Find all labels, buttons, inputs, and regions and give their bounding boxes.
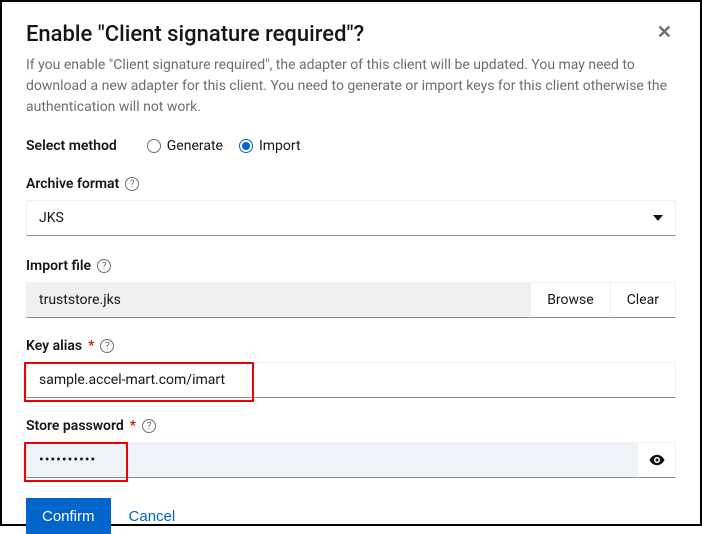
radio-generate-label: Generate [167, 138, 223, 154]
browse-button[interactable]: Browse [531, 282, 610, 318]
radio-generate[interactable]: Generate [147, 138, 223, 154]
dialog-title: Enable "Client signature required"? [26, 22, 364, 47]
dialog-description: If you enable "Client signature required… [26, 55, 676, 118]
cancel-button[interactable]: Cancel [129, 508, 176, 525]
help-icon[interactable]: ? [125, 177, 139, 191]
select-method-label: Select method [26, 138, 117, 154]
key-alias-input[interactable] [26, 362, 676, 398]
toggle-password-button[interactable] [638, 442, 676, 478]
help-icon[interactable]: ? [142, 419, 156, 433]
store-password-label: Store password [26, 418, 124, 434]
method-radio-group: Generate Import [147, 138, 301, 154]
required-indicator: * [88, 338, 94, 354]
store-password-input[interactable] [26, 442, 638, 478]
archive-format-value: JKS [39, 210, 64, 226]
archive-format-select[interactable]: JKS [26, 200, 676, 236]
archive-format-label: Archive format [26, 176, 119, 192]
radio-import[interactable]: Import [239, 138, 301, 154]
help-icon[interactable]: ? [97, 259, 111, 273]
clear-button[interactable]: Clear [611, 282, 676, 318]
help-icon[interactable]: ? [100, 339, 114, 353]
radio-icon [239, 139, 253, 153]
radio-icon [147, 139, 161, 153]
radio-import-label: Import [259, 138, 301, 154]
required-indicator: * [130, 418, 136, 434]
chevron-down-icon [653, 215, 663, 221]
close-icon[interactable]: ✕ [653, 22, 676, 43]
eye-icon [648, 451, 666, 469]
import-file-name: truststore.jks [26, 282, 531, 318]
import-file-label: Import file [26, 258, 91, 274]
key-alias-label: Key alias [26, 338, 82, 354]
confirm-button[interactable]: Confirm [26, 498, 111, 534]
